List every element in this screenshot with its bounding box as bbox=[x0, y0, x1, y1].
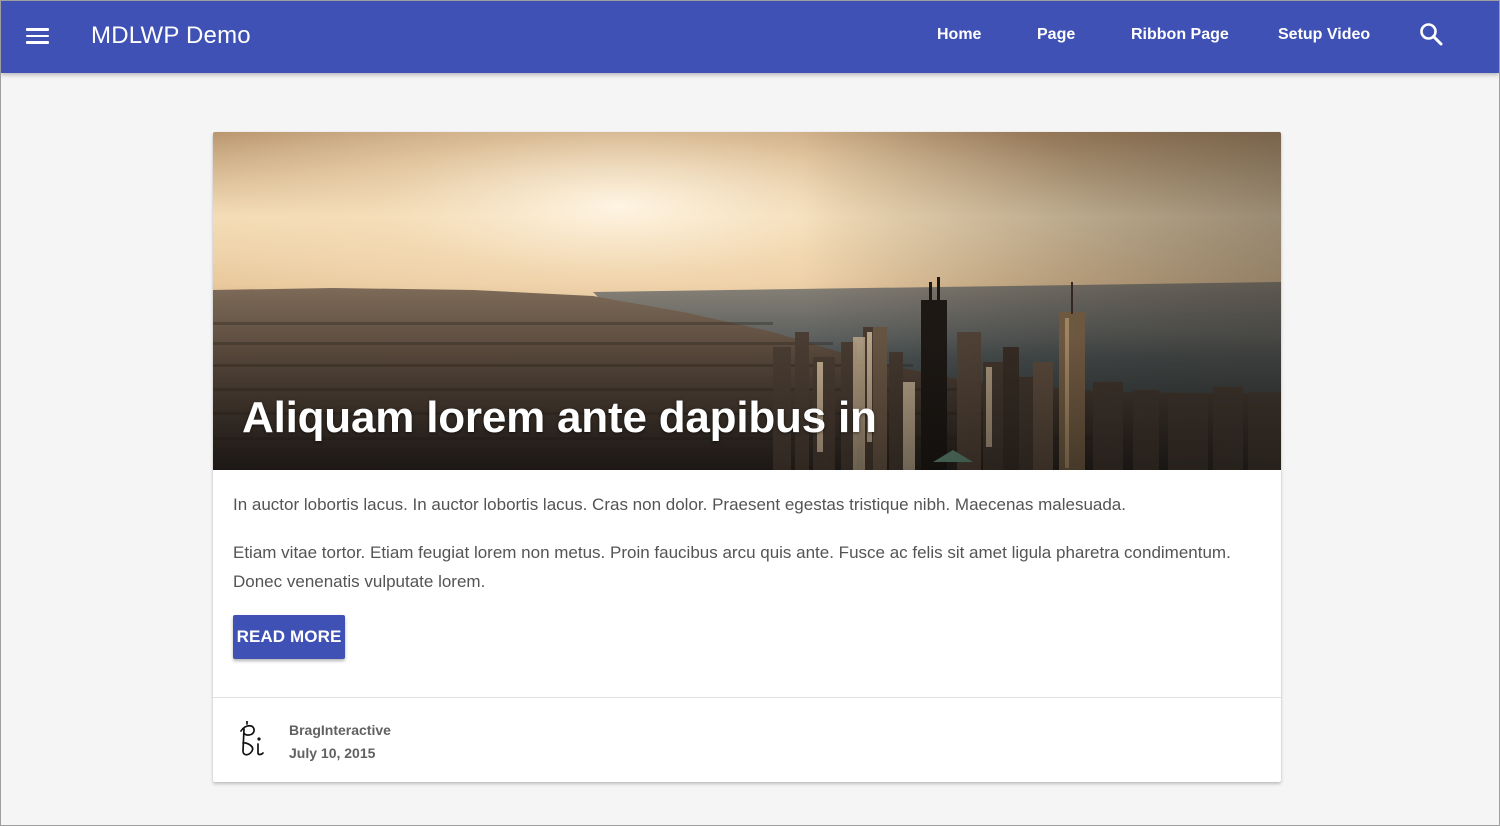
post-date: July 10, 2015 bbox=[289, 745, 376, 761]
card-divider bbox=[213, 697, 1281, 698]
site-title[interactable]: MDLWP Demo bbox=[91, 20, 251, 52]
author-avatar-icon[interactable] bbox=[235, 720, 269, 759]
excerpt-paragraph-2: Etiam vitae tortor. Etiam feugiat lorem … bbox=[233, 543, 1231, 591]
post-card: Aliquam lorem ante dapibus in In auctor … bbox=[213, 132, 1281, 782]
post-title[interactable]: Aliquam lorem ante dapibus in bbox=[242, 390, 877, 446]
menu-icon[interactable] bbox=[23, 23, 53, 51]
excerpt-paragraph-1: In auctor lobortis lacus. In auctor lobo… bbox=[233, 495, 1126, 514]
post-excerpt: In auctor lobortis lacus. In auctor lobo… bbox=[233, 490, 1233, 615]
browser-viewport: MDLWP Demo Home Page Ribbon Page Setup V… bbox=[0, 0, 1500, 826]
nav-item-setup-video[interactable]: Setup Video bbox=[1278, 23, 1370, 47]
post-featured-image[interactable]: Aliquam lorem ante dapibus in bbox=[213, 132, 1281, 470]
post-author[interactable]: BragInteractive bbox=[289, 720, 391, 740]
nav-item-ribbon-page[interactable]: Ribbon Page bbox=[1131, 23, 1229, 47]
nav-item-home[interactable]: Home bbox=[937, 23, 981, 47]
read-more-button[interactable]: READ MORE bbox=[233, 615, 345, 659]
app-header: MDLWP Demo Home Page Ribbon Page Setup V… bbox=[1, 1, 1499, 73]
nav-item-page[interactable]: Page bbox=[1037, 23, 1075, 47]
search-icon[interactable] bbox=[1417, 20, 1445, 48]
